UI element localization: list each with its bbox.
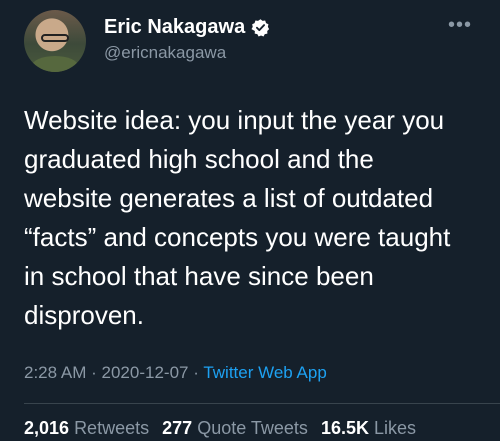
author-handle[interactable]: @ericnakagawa	[104, 43, 270, 63]
quote-tweets-label: Quote Tweets	[197, 418, 308, 438]
likes-stat[interactable]: 16.5K Likes	[321, 418, 416, 438]
likes-label: Likes	[374, 418, 417, 438]
quote-tweets-count: 277	[162, 418, 193, 438]
tweet-meta: 2:28 AM · 2020-12-07 · Twitter Web App	[24, 363, 327, 383]
quote-tweets-stat[interactable]: 277 Quote Tweets	[162, 418, 313, 438]
tweet-time[interactable]: 2:28 AM	[24, 363, 86, 382]
meta-separator: ·	[91, 363, 97, 382]
avatar-shirt	[32, 56, 78, 72]
tweet-source-link[interactable]: Twitter Web App	[203, 363, 326, 382]
tweet-date[interactable]: 2020-12-07	[102, 363, 189, 382]
retweets-label: Retweets	[74, 418, 150, 438]
stats-divider	[24, 403, 500, 404]
avatar-glasses	[41, 34, 69, 42]
meta-separator-2: ·	[193, 363, 199, 382]
author-display-name[interactable]: Eric Nakagawa	[104, 16, 245, 39]
author-names: Eric Nakagawa @ericnakagawa	[104, 16, 270, 63]
tweet-header: Eric Nakagawa @ericnakagawa •••	[24, 10, 476, 74]
author-display-name-row[interactable]: Eric Nakagawa	[104, 16, 270, 39]
retweets-stat[interactable]: 2,016 Retweets	[24, 418, 154, 438]
avatar[interactable]	[24, 10, 86, 72]
tweet-card: Eric Nakagawa @ericnakagawa ••• Website …	[0, 0, 500, 441]
tweet-text: Website idea: you input the year you gra…	[24, 105, 451, 330]
likes-count: 16.5K	[320, 418, 369, 438]
more-options-icon[interactable]: •••	[448, 15, 472, 35]
tweet-stats: 2,016 Retweets 277 Quote Tweets 16.5K Li…	[24, 418, 424, 439]
retweets-count: 2,016	[24, 418, 70, 438]
verified-badge-icon	[251, 18, 270, 37]
